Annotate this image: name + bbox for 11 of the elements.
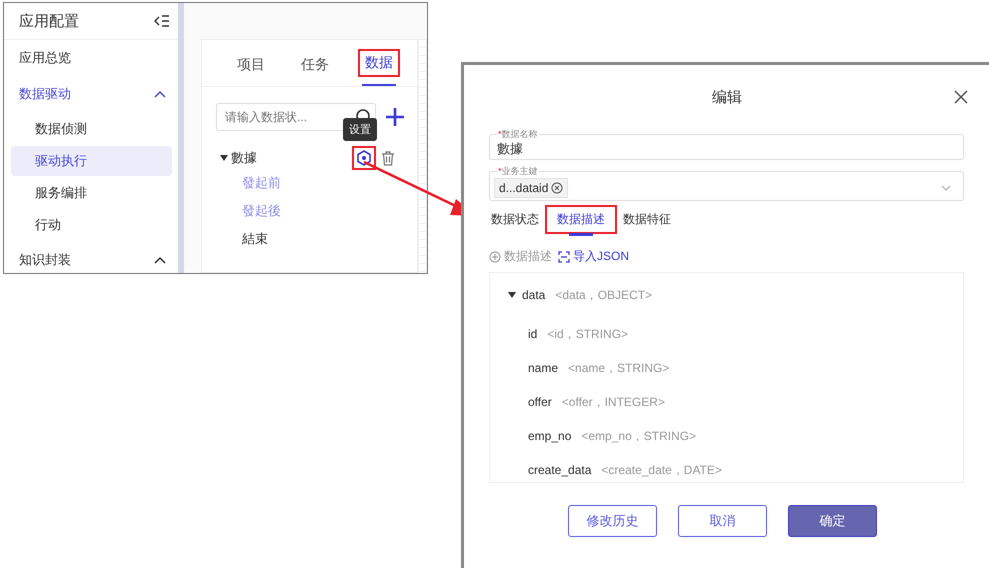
schema-type: <emp_no，STRING> — [581, 428, 696, 444]
sidebar-title: 应用配置 — [19, 12, 79, 30]
dialog-title: 编辑 — [712, 88, 742, 106]
tooltip: 设置 — [343, 118, 377, 141]
field-label: *业务主鍵 — [497, 166, 539, 176]
schema-type: <data，OBJECT> — [555, 286, 652, 304]
field-label: *数据名称 — [497, 129, 539, 139]
schema-type: <name，STRING> — [568, 360, 670, 376]
schema-type: <offer，INTEGER> — [562, 394, 665, 410]
schema-type: <create_date，DATE> — [601, 462, 722, 478]
schema-type: <id，STRING> — [547, 326, 628, 342]
